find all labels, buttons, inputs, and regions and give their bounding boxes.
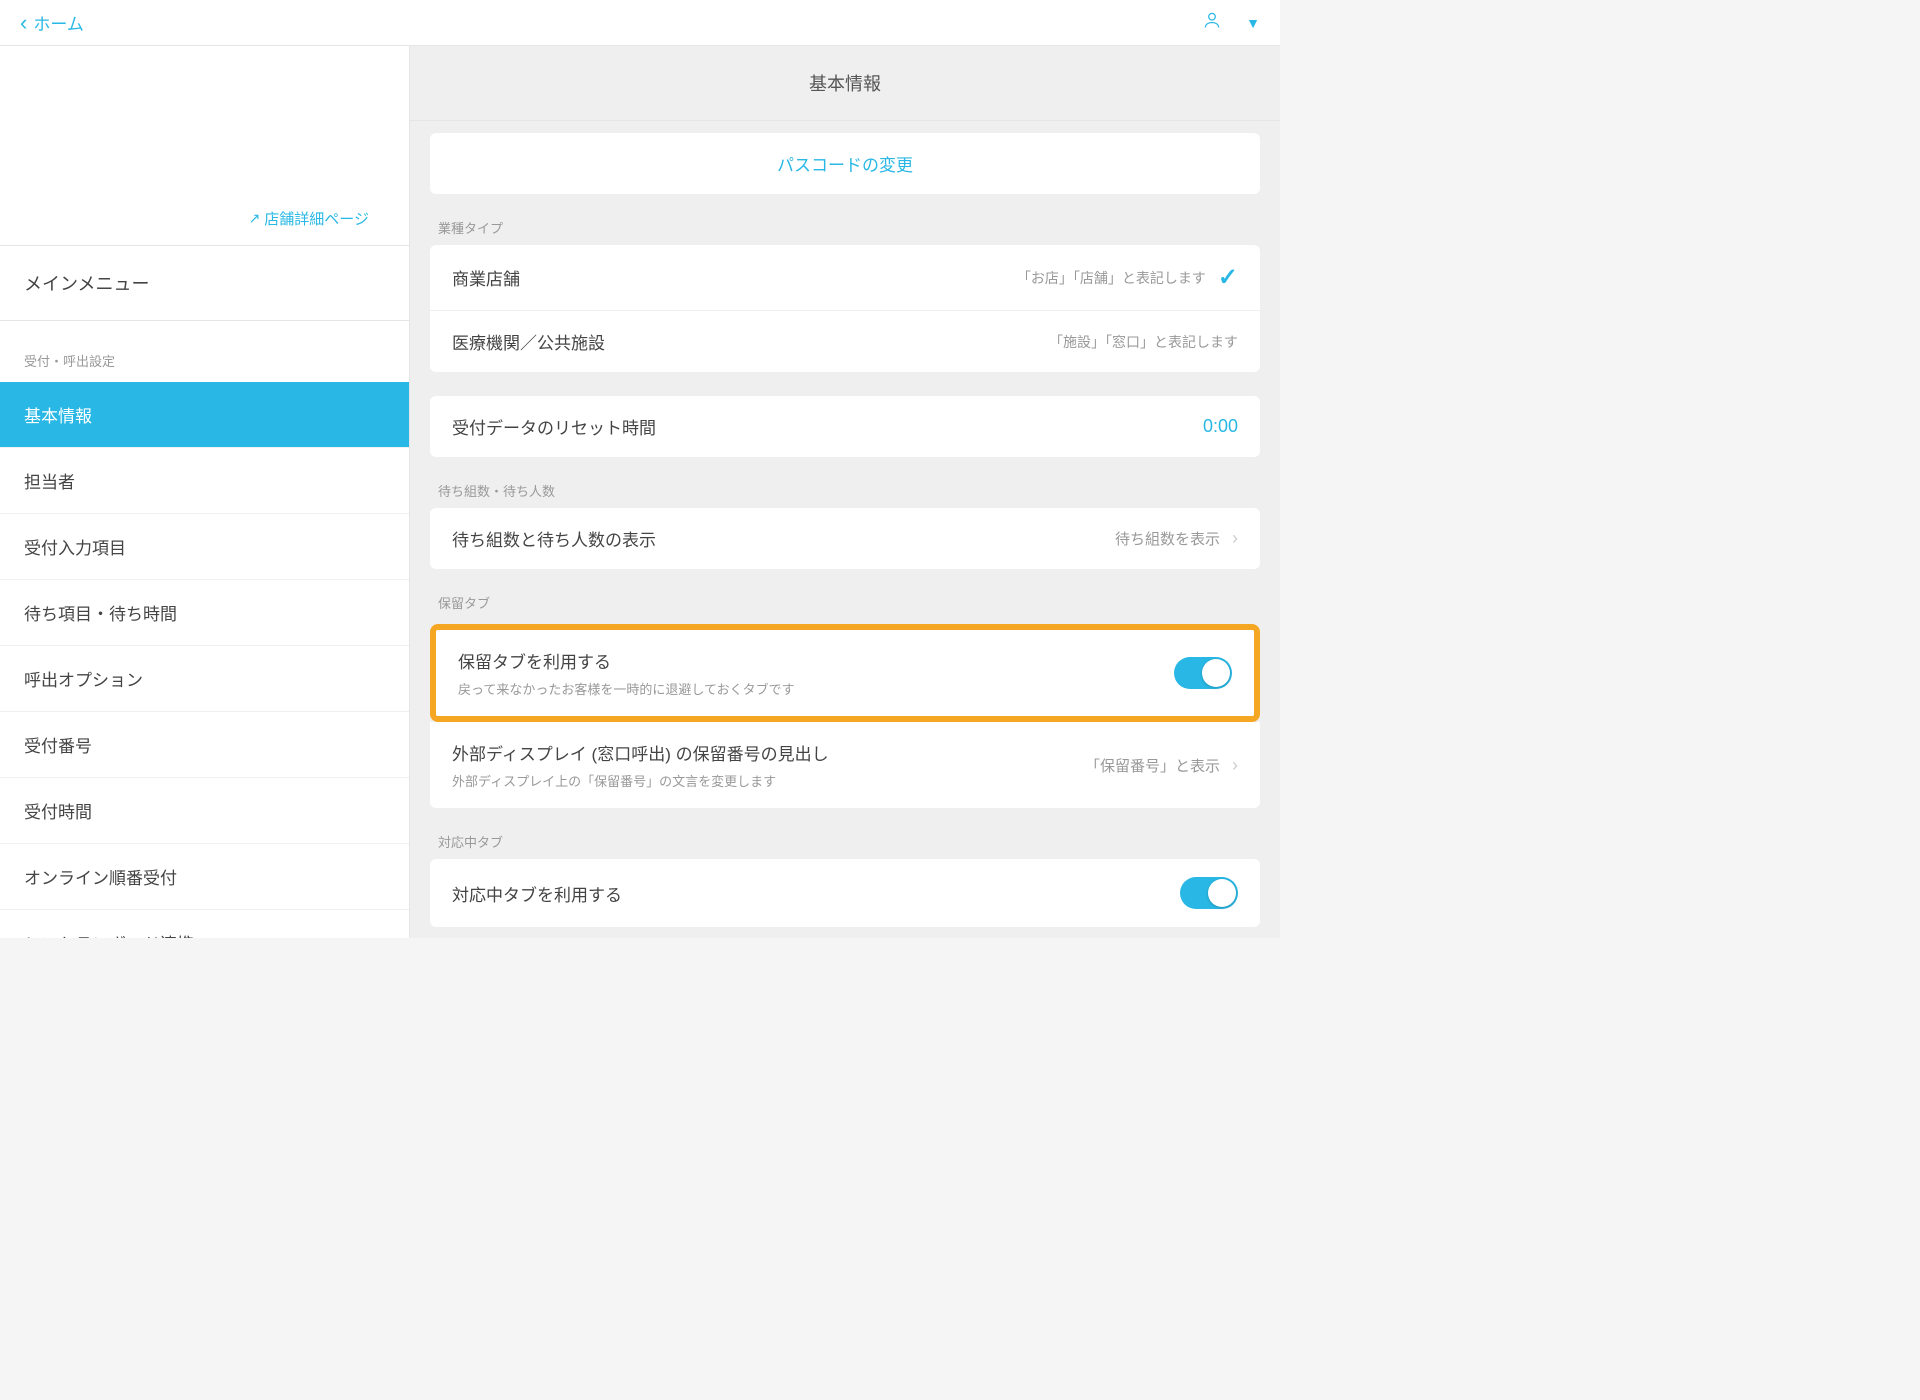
active-tab-toggle[interactable] xyxy=(1180,877,1238,909)
reset-time-card: 受付データのリセット時間 0:00 xyxy=(430,396,1260,457)
option-note: 「お店」「店舗」と表記します xyxy=(1017,268,1206,288)
reset-time-row[interactable]: 受付データのリセット時間 0:00 xyxy=(430,396,1260,457)
hold-tab-toggle-title: 保留タブを利用する xyxy=(458,648,795,673)
hold-tab-highlight: 保留タブを利用する 戻って来なかったお客様を一時的に退避しておくタブです xyxy=(430,624,1260,722)
main-menu-link[interactable]: メインメニュー xyxy=(0,246,409,321)
main-panel: 基本情報 パスコードの変更 業種タイプ 商業店舗 「お店」「店舗」と表記します … xyxy=(410,46,1280,938)
check-icon: ✓ xyxy=(1218,263,1238,292)
passcode-change-button[interactable]: パスコードの変更 xyxy=(430,133,1260,194)
chevron-right-icon: › xyxy=(1232,755,1238,776)
user-icon[interactable] xyxy=(1202,10,1222,35)
option-title: 商業店舗 xyxy=(452,265,520,290)
page-title: 基本情報 xyxy=(410,46,1280,121)
back-button[interactable]: ‹ ホーム xyxy=(20,10,84,35)
wait-count-title: 待ち組数と待ち人数の表示 xyxy=(452,526,656,551)
hold-display-title: 外部ディスプレイ (窓口呼出) の保留番号の見出し xyxy=(452,740,829,765)
hold-tab-label: 保留タブ xyxy=(430,569,1260,620)
hold-display-value: 「保留番号」と表示 xyxy=(1085,755,1220,776)
business-type-card: 商業店舗 「お店」「店舗」と表記します ✓ 医療機関／公共施設 「施設」「窓口」… xyxy=(430,245,1260,372)
store-detail-link[interactable]: ↗ 店舗詳細ページ xyxy=(249,208,369,229)
business-type-medical[interactable]: 医療機関／公共施設 「施設」「窓口」と表記します xyxy=(430,311,1260,372)
reset-time-title: 受付データのリセット時間 xyxy=(452,414,656,439)
active-tab-toggle-title: 対応中タブを利用する xyxy=(452,881,622,906)
reset-time-value: 0:00 xyxy=(1203,416,1238,437)
sidebar-item-wait-items[interactable]: 待ち項目・待ち時間 xyxy=(0,580,409,646)
hold-tab-toggle-card: 保留タブを利用する 戻って来なかったお客様を一時的に退避しておくタブです xyxy=(436,630,1254,716)
wait-count-card: 待ち組数と待ち人数の表示 待ち組数を表示 › xyxy=(430,508,1260,569)
sidebar-item-input-fields[interactable]: 受付入力項目 xyxy=(0,514,409,580)
wait-count-row[interactable]: 待ち組数と待ち人数の表示 待ち組数を表示 › xyxy=(430,508,1260,569)
chevron-down-icon[interactable]: ▼ xyxy=(1246,15,1260,31)
back-label: ホーム xyxy=(33,10,84,35)
sidebar-item-basic-info[interactable]: 基本情報 xyxy=(0,382,409,448)
option-title: 医療機関／公共施設 xyxy=(452,329,605,354)
wait-count-value: 待ち組数を表示 xyxy=(1115,528,1220,549)
header-right: ▼ xyxy=(1202,10,1260,35)
hold-tab-display-row[interactable]: 外部ディスプレイ (窓口呼出) の保留番号の見出し 外部ディスプレイ上の「保留番… xyxy=(430,722,1260,808)
hold-tab-toggle-desc: 戻って来なかったお客様を一時的に退避しておくタブです xyxy=(458,679,795,698)
sidebar-item-call-options[interactable]: 呼出オプション xyxy=(0,646,409,712)
option-note: 「施設」「窓口」と表記します xyxy=(1049,332,1238,352)
hold-tab-toggle[interactable] xyxy=(1174,657,1232,689)
app-header: ‹ ホーム ▼ xyxy=(0,0,1280,46)
sidebar: ↗ 店舗詳細ページ メインメニュー 受付・呼出設定 基本情報 担当者 受付入力項… xyxy=(0,46,410,938)
hold-display-desc: 外部ディスプレイ上の「保留番号」の文言を変更します xyxy=(452,771,829,790)
business-type-commercial[interactable]: 商業店舗 「お店」「店舗」と表記します ✓ xyxy=(430,245,1260,311)
active-tab-label: 対応中タブ xyxy=(430,808,1260,859)
sidebar-section-label: 受付・呼出設定 xyxy=(0,321,409,382)
hold-tab-display-card: 外部ディスプレイ (窓口呼出) の保留番号の見出し 外部ディスプレイ上の「保留番… xyxy=(430,722,1260,808)
chevron-right-icon: › xyxy=(1232,528,1238,549)
store-block: ↗ 店舗詳細ページ xyxy=(0,46,409,246)
active-tab-toggle-row: 対応中タブを利用する xyxy=(430,859,1260,927)
sidebar-item-online-queue[interactable]: オンライン順番受付 xyxy=(0,844,409,910)
store-link-label: 店舗詳細ページ xyxy=(264,208,369,229)
sidebar-item-receipt-number[interactable]: 受付番号 xyxy=(0,712,409,778)
sidebar-item-receipt-time[interactable]: 受付時間 xyxy=(0,778,409,844)
sidebar-item-staff[interactable]: 担当者 xyxy=(0,448,409,514)
business-type-label: 業種タイプ xyxy=(430,194,1260,245)
external-link-icon: ↗ xyxy=(249,210,261,227)
sidebar-item-restaurant-board[interactable]: レストランボード連携 xyxy=(0,910,409,938)
active-tab-card: 対応中タブを利用する xyxy=(430,859,1260,927)
hold-tab-toggle-row: 保留タブを利用する 戻って来なかったお客様を一時的に退避しておくタブです xyxy=(436,630,1254,716)
chevron-left-icon: ‹ xyxy=(20,12,27,34)
wait-count-label: 待ち組数・待ち人数 xyxy=(430,457,1260,508)
